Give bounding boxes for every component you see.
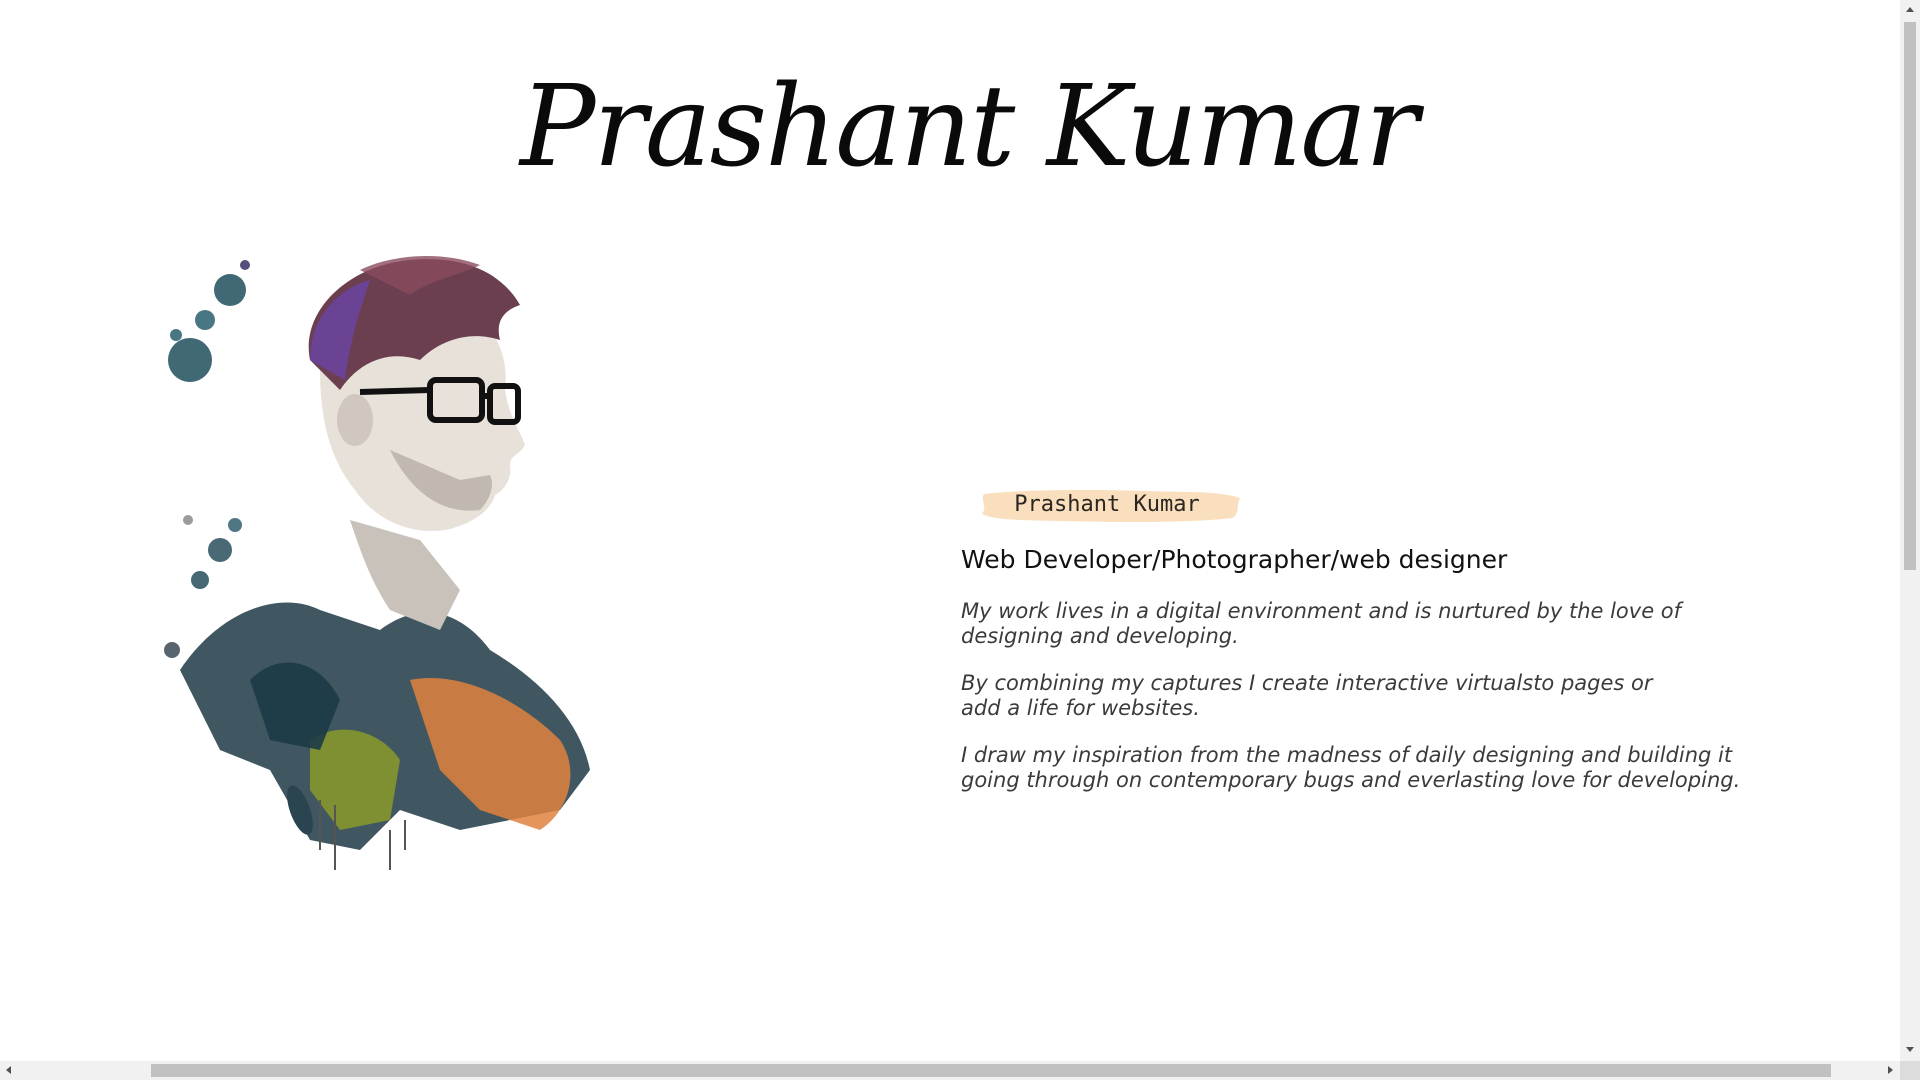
vertical-scrollbar[interactable]	[1900, 0, 1920, 1061]
arrow-up-icon[interactable]	[1906, 7, 1914, 12]
site-title: Prashant Kumar	[520, 62, 1419, 192]
bio-paragraph: By combining my captures I create intera…	[961, 671, 1721, 721]
portrait-image	[164, 255, 590, 870]
name-tag-label: Prashant Kumar	[1014, 492, 1200, 517]
bio-line: going through on contemporary bugs and e…	[961, 768, 1741, 792]
bio-line: designing and developing.	[961, 624, 1239, 648]
bio-line: I draw my inspiration from the madness o…	[961, 743, 1733, 767]
arrow-right-icon[interactable]	[1888, 1066, 1893, 1074]
page-viewport: Prashant Kumar Prashant Kumar Web Develo…	[0, 0, 1900, 1061]
bio-paragraph: I draw my inspiration from the madness o…	[961, 743, 1741, 793]
bio-line: By combining my captures I create intera…	[961, 671, 1653, 695]
horizontal-scrollbar-thumb[interactable]	[151, 1064, 1831, 1077]
scrollbar-corner	[1900, 1061, 1920, 1080]
horizontal-scrollbar[interactable]	[0, 1061, 1900, 1080]
bio-paragraph: My work lives in a digital environment a…	[961, 599, 1721, 649]
arrow-left-icon[interactable]	[6, 1066, 11, 1074]
bio-line: add a life for websites.	[961, 696, 1200, 720]
role-title: Web Developer/Photographer/web designer	[961, 545, 1508, 574]
arrow-down-icon[interactable]	[1906, 1047, 1914, 1052]
name-tag: Prashant Kumar	[978, 484, 1250, 526]
vertical-scrollbar-thumb[interactable]	[1904, 22, 1916, 570]
bio-line: My work lives in a digital environment a…	[961, 599, 1682, 623]
